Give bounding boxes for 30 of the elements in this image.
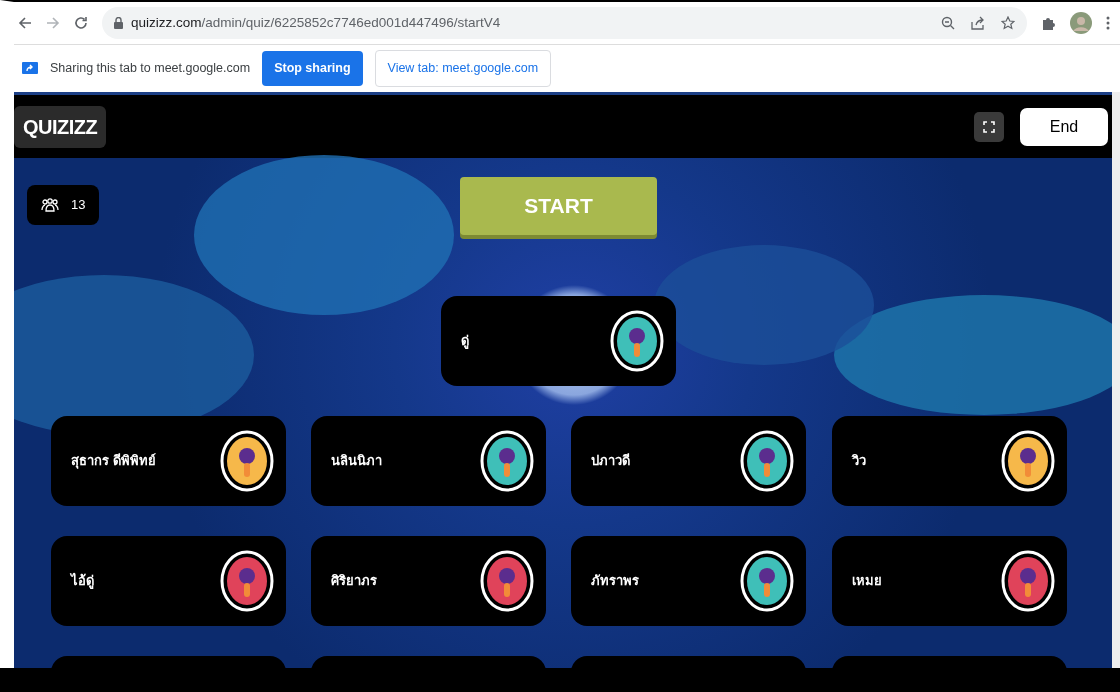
fullscreen-button[interactable] xyxy=(974,111,1004,142)
star-icon[interactable] xyxy=(1001,16,1015,30)
zoom-out-icon[interactable] xyxy=(941,16,955,30)
player-count: 13 xyxy=(71,196,86,214)
puzzle-icon[interactable] xyxy=(1041,15,1056,31)
player-name: นลินนิภา xyxy=(331,452,382,471)
player-name: ไอ้ดู่ xyxy=(71,572,94,591)
stop-sharing-button[interactable]: Stop sharing xyxy=(262,51,363,86)
menu-icon[interactable] xyxy=(1106,16,1110,30)
address-bar[interactable]: quizizz.com/admin/quiz/6225852c7746ed001d447496/startV4 xyxy=(102,7,1027,39)
player-name: ดู่ xyxy=(461,332,469,351)
reload-icon[interactable] xyxy=(74,16,88,30)
player-name: ศิริยาภร xyxy=(331,572,377,591)
end-button[interactable]: End xyxy=(1020,107,1108,146)
back-icon[interactable] xyxy=(18,16,32,30)
logo: QUIZIZZ xyxy=(14,105,107,148)
player-name: สุธากร ดีพิพิทย์ xyxy=(71,452,156,471)
url-text: quizizz.com/admin/quiz/6225852c7746ed001d447496/startV4 xyxy=(131,13,501,32)
sharing-message: Sharing this tab to meet.google.com xyxy=(50,60,251,78)
player-name: เหมย xyxy=(852,572,882,591)
player-name: ภัทราพร xyxy=(591,572,639,591)
fullscreen-icon xyxy=(983,120,995,133)
profile-avatar[interactable] xyxy=(1070,12,1092,34)
player-name: วิว xyxy=(852,452,866,471)
share-icon[interactable] xyxy=(971,16,985,30)
player-name: ปภาวดี xyxy=(591,452,630,471)
people-icon xyxy=(41,197,59,212)
screen-share-icon xyxy=(22,61,38,76)
view-tab-button[interactable]: View tab: meet.google.com xyxy=(374,50,552,87)
lock-icon xyxy=(114,17,123,29)
